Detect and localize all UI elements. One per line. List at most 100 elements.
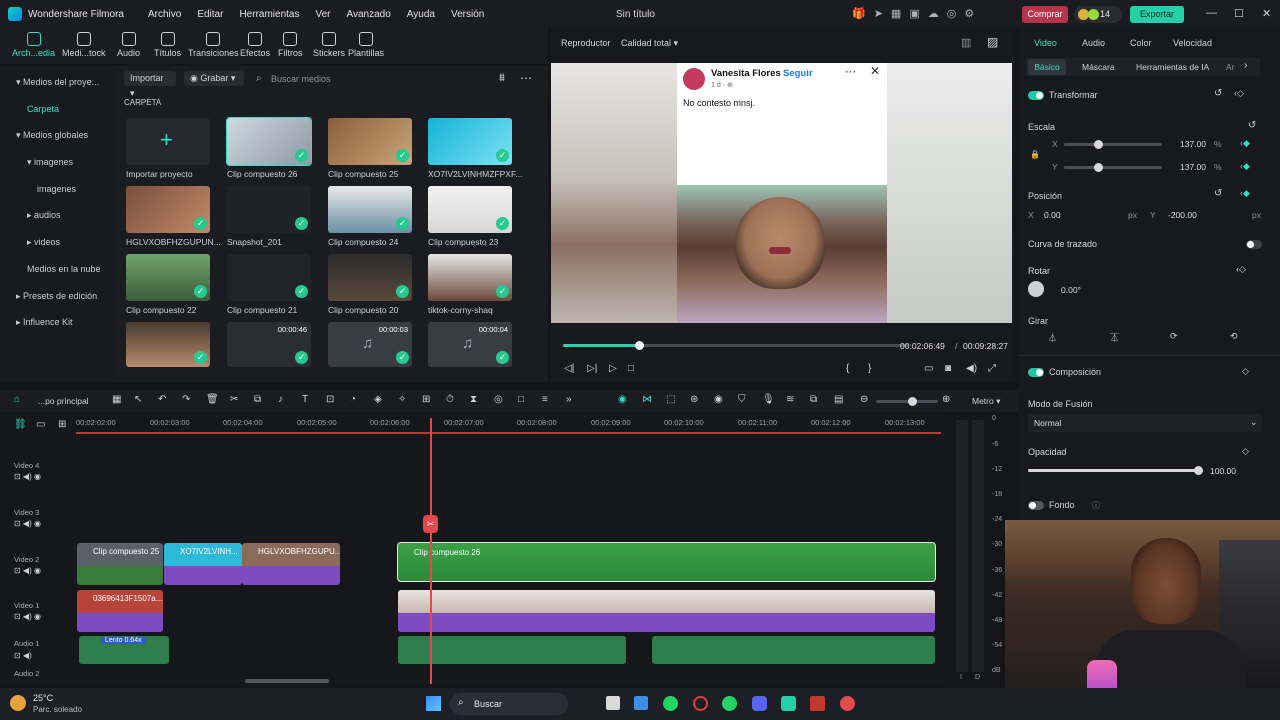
display-icon[interactable]: ▭ [924,363,933,374]
sidebar-item-global-media[interactable]: ▾ Medios globales [16,130,88,141]
mark-out-icon[interactable]: } [868,363,871,374]
zoom-out-icon[interactable]: ⊖ [860,394,868,405]
media-item-clip21[interactable]: ✓ [227,254,311,301]
media-item-clip20[interactable]: ✓ [328,254,412,301]
grid-icon[interactable]: ▦ [112,394,121,405]
credits-badge[interactable]: 14 [1074,6,1122,23]
undo-icon[interactable]: ↶ [158,394,166,405]
play-icon[interactable]: ▷ [609,363,617,374]
tab-speed[interactable]: Velocidad [1173,38,1212,48]
rotate-value[interactable]: 0.00° [1061,285,1081,295]
search-input[interactable]: Buscar medios [271,74,331,84]
caption-icon[interactable]: ▤ [834,394,843,405]
zoom-in-icon[interactable]: ⊕ [942,394,950,405]
reset-icon[interactable]: ↺ [1214,88,1222,99]
fullscreen-icon[interactable]: ⤢ [988,363,996,374]
path-curve-toggle[interactable] [1246,240,1262,249]
opacity-value[interactable]: 100.00 [1210,466,1236,476]
keyframe-icon[interactable]: ‹◆ [1240,188,1250,199]
task-view-icon[interactable] [606,696,620,710]
split-view-icon[interactable]: ▥ [961,36,971,49]
effect-icon[interactable]: ✧ [398,394,406,405]
app-icon-2[interactable] [840,696,855,711]
tool-transitions[interactable]: Transiciones [188,32,239,58]
clip-v1-first[interactable]: 03696413F1507a... [77,590,163,632]
track-controls[interactable]: ⊡ ◀) ◉ [14,566,41,575]
rotate-cw-icon[interactable]: ⟳ [1170,331,1178,342]
menu-avanzado[interactable]: Avanzado [347,9,391,20]
media-item-shaq[interactable]: ✓ [428,254,512,301]
snap-icon[interactable]: ◉ [618,394,627,405]
timeline-ruler[interactable]: 00:02:02:00 00:02:03:00 00:02:04:00 00:0… [76,412,941,434]
track-settings-icon[interactable]: ▭ [36,419,45,430]
filter-icon[interactable]: ⩩ [499,72,505,85]
keyframe-icon[interactable]: ◇ [1242,366,1249,377]
crop-icon[interactable]: ⧉ [254,394,261,405]
tab-video[interactable]: Video [1034,38,1057,48]
equalizer-icon[interactable]: ≡ [542,394,548,405]
media-item-clip25[interactable]: ✓ [328,118,412,165]
slider-knob[interactable] [908,397,917,406]
app-icon[interactable] [810,696,825,711]
import-project-tile[interactable]: + [126,118,210,165]
filmora-taskbar-icon[interactable] [781,696,796,711]
menu-ayuda[interactable]: Ayuda [407,9,435,20]
subtab-ai[interactable]: Herramientas de IA [1136,62,1209,72]
keyframe-icon[interactable]: ‹◆ [1240,138,1250,149]
scale-y-value[interactable]: 137.00 [1180,162,1206,172]
media-item-xo7[interactable]: ✓ [428,118,512,165]
home-icon[interactable]: ⌂ [14,394,20,405]
import-dropdown[interactable]: Importar ▾ [124,71,176,98]
tool-audio[interactable]: Audio [117,32,140,58]
video-preview[interactable]: Vanesita Flores Seguir 1 d · ⊕ ⋯ ✕ No co… [551,63,1012,323]
speed-icon[interactable]: ◔ [350,394,356,405]
more-icon[interactable]: ⋯ [520,71,532,85]
voiceover-icon[interactable]: ≋ [786,394,794,405]
zoom-slider[interactable] [876,397,938,406]
image-icon[interactable]: ▣ [909,7,919,20]
clip-a1-third[interactable] [652,636,935,664]
composition-toggle[interactable] [1028,368,1044,377]
timeline-playhead[interactable] [430,418,432,684]
tool-templates[interactable]: Plantillas [348,32,384,58]
delete-icon[interactable]: 🗑 [206,394,219,405]
clip-icon[interactable]: ⊞ [422,394,430,405]
project-name[interactable]: ...po principal [38,396,89,406]
keyframe-icon[interactable]: ‹◇ [1236,264,1246,275]
subtab-more[interactable]: Ar [1226,62,1235,72]
player-scrubber[interactable] [563,341,909,350]
lock-ratio-icon[interactable]: 🔒 [1030,150,1040,159]
rotate-ccw-icon[interactable]: ⟲ [1230,331,1238,342]
motion-icon[interactable]: ◉ [714,394,723,405]
windows-start-icon[interactable] [426,696,441,711]
tab-color[interactable]: Color [1130,38,1152,48]
menu-ver[interactable]: Ver [315,9,330,20]
prev-frame-icon[interactable]: ◁| [564,363,574,374]
cut-icon[interactable]: ✂ [423,515,438,533]
buy-button[interactable]: Comprar [1022,6,1068,23]
media-item-hglv[interactable]: ✓ [126,186,210,233]
marker-icon[interactable]: ⬚ [666,394,675,405]
mark-in-icon[interactable]: { [846,363,849,374]
sidebar-item-imagenes-sub[interactable]: imagenes [37,184,76,194]
track-controls[interactable]: ⊡ ◀) ◉ [14,472,41,481]
subtab-basic[interactable]: Básico [1028,59,1066,75]
tool-effects[interactable]: Efectos [240,32,270,58]
background-toggle[interactable] [1028,501,1044,510]
track-controls[interactable]: ⊡ ◀) ◉ [14,612,41,621]
support-icon[interactable]: ◎ [947,7,957,20]
clip-v2-hglv[interactable]: HGLVXOBFHZGUPU... [242,543,340,585]
subtab-mask[interactable]: Máscara [1082,62,1115,72]
sidebar-item-videos[interactable]: ▸ videos [27,237,60,248]
sidebar-item-audios[interactable]: ▸ audios [27,210,61,221]
quality-dropdown[interactable]: Calidad total ▾ [621,38,678,49]
scale-y-slider[interactable] [1064,163,1162,172]
sidebar-item-presets[interactable]: ▸ Presets de edición [16,291,97,302]
cloud-icon[interactable]: ☁ [928,7,939,20]
adjust-icon[interactable]: ⊡ [326,394,334,405]
pos-y-value[interactable]: -200.00 [1168,210,1197,220]
slider-knob[interactable] [1194,466,1203,475]
audio-icon[interactable]: ♪ [278,394,283,405]
magnet-icon[interactable]: ⋈ [642,394,652,405]
transform-toggle[interactable] [1028,91,1044,100]
